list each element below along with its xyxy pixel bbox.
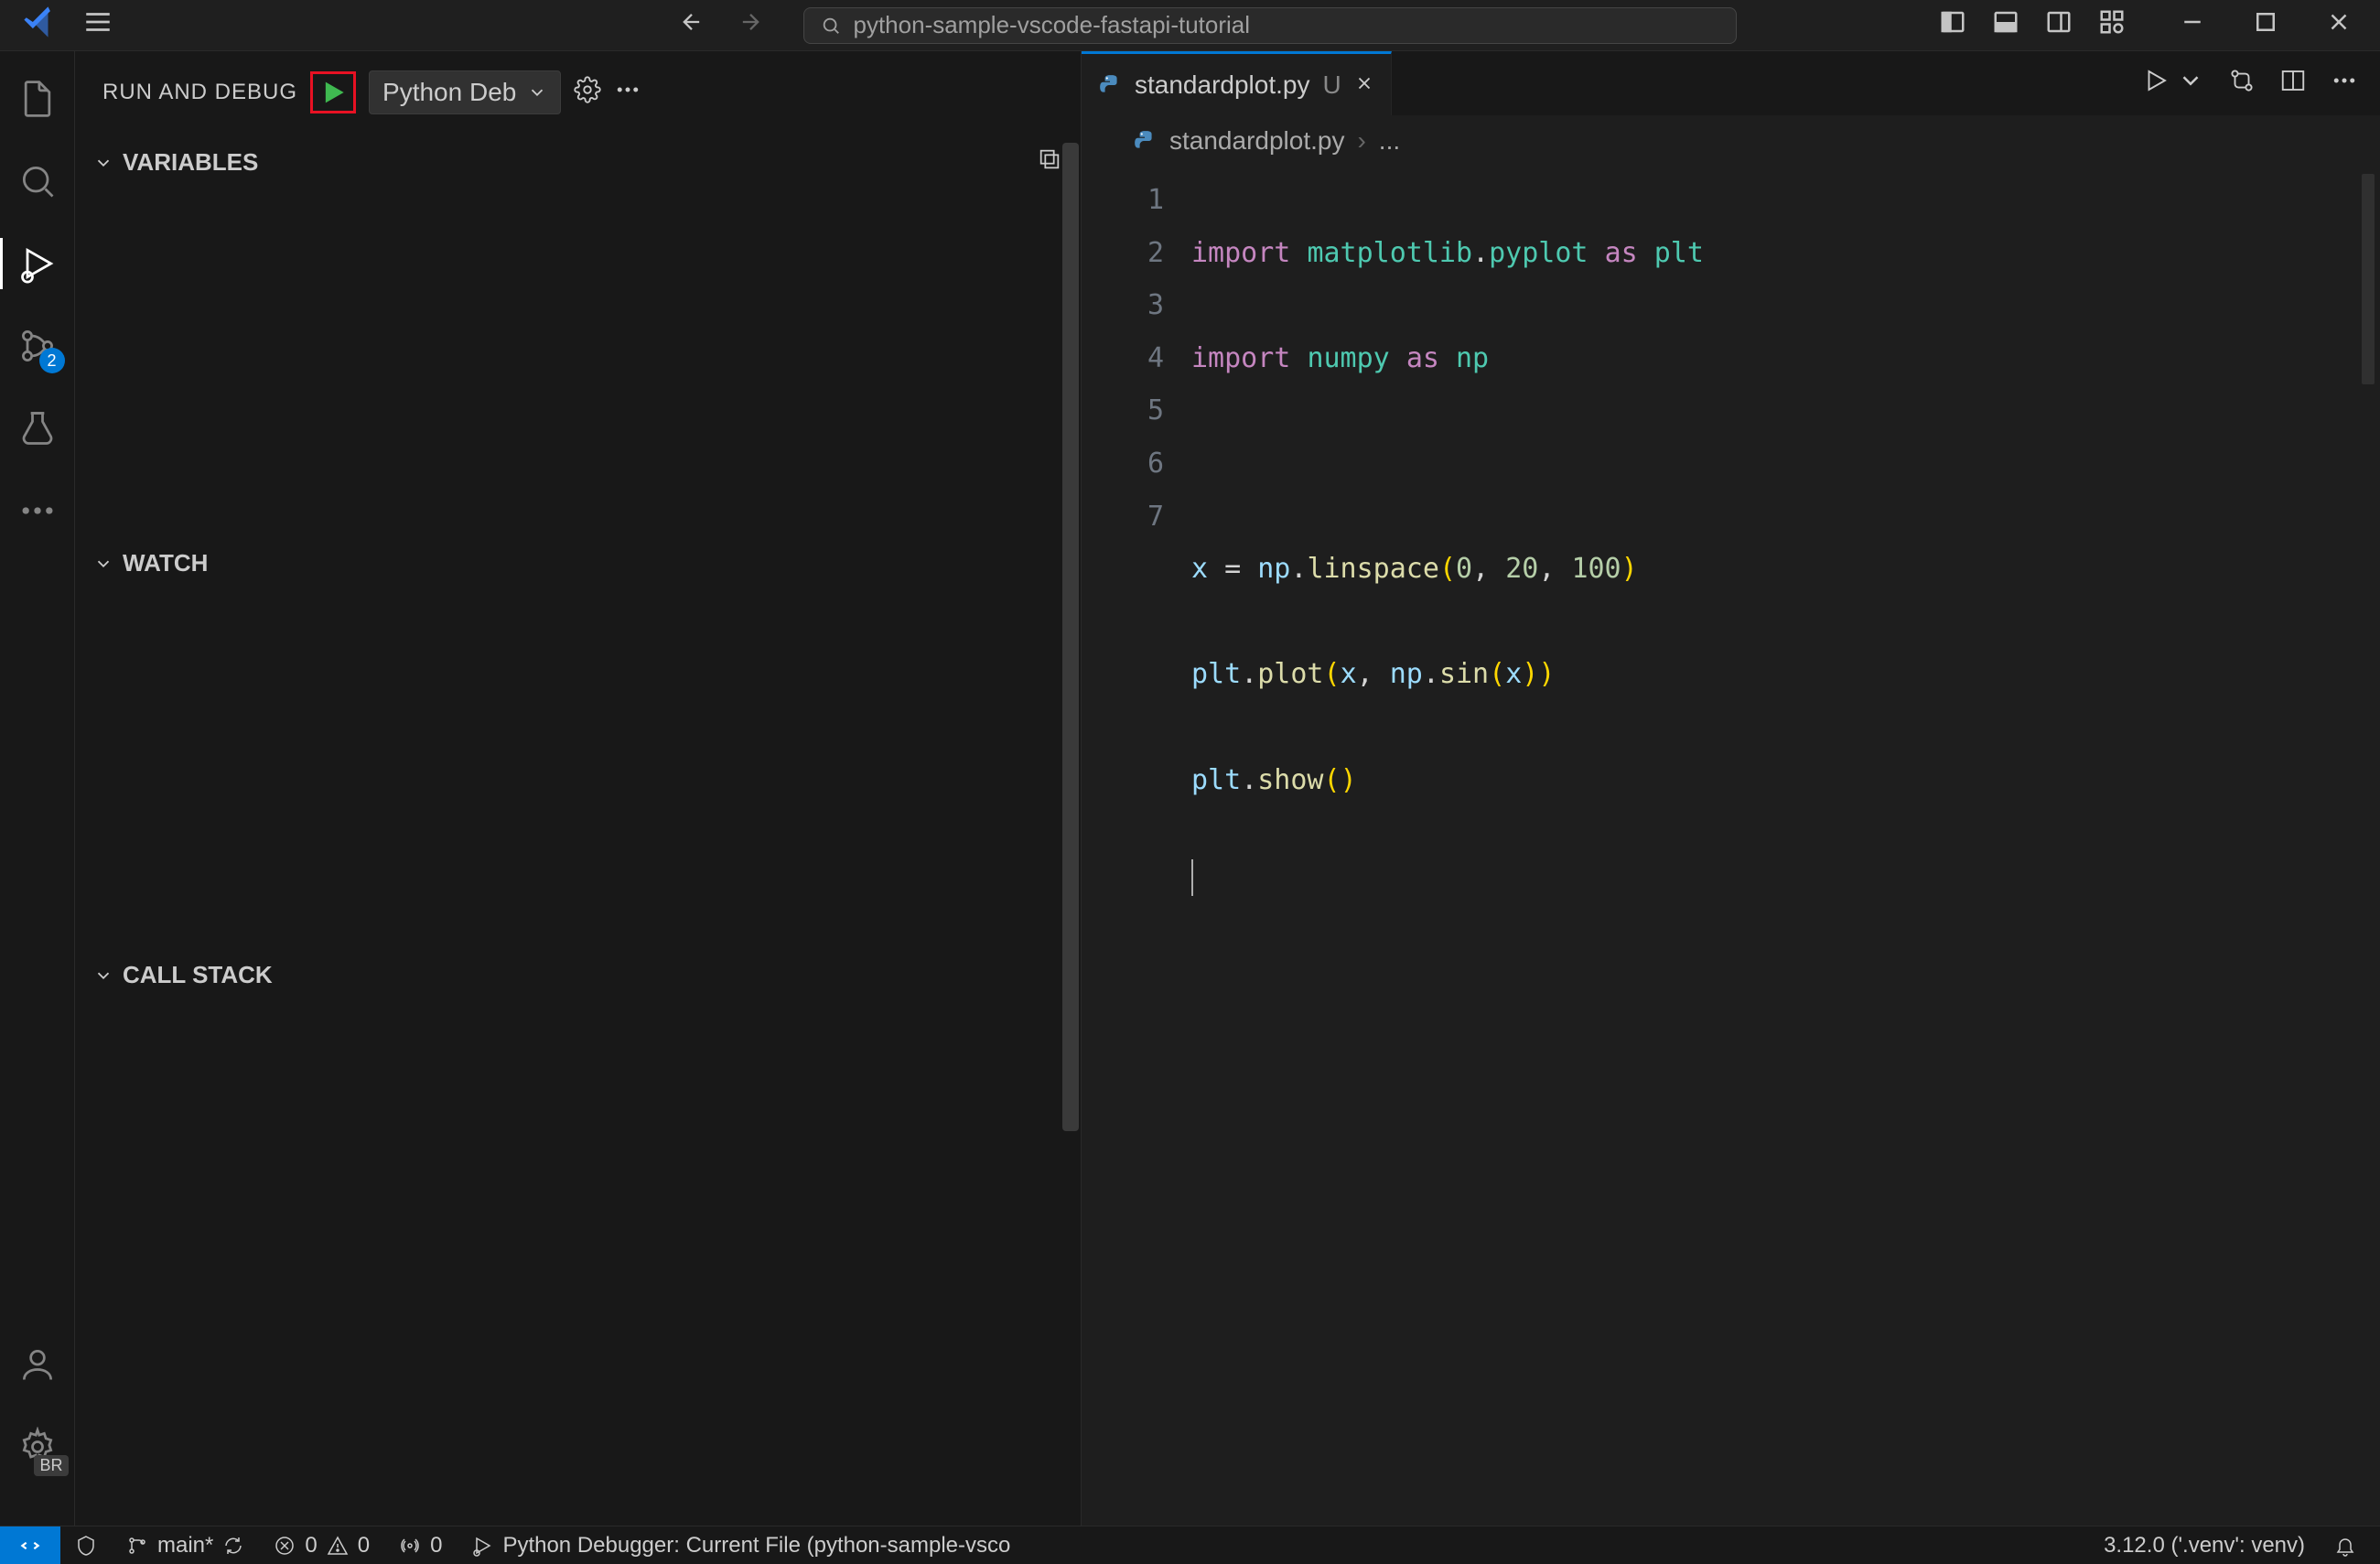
section-variables-header[interactable]: VARIABLES — [75, 134, 1081, 191]
sidebar-title: RUN AND DEBUG — [102, 80, 297, 105]
branch-name: main* — [157, 1533, 213, 1559]
activity-explorer-icon[interactable] — [16, 77, 59, 121]
chevron-down-icon — [527, 82, 547, 102]
command-center[interactable]: python-sample-vscode-fastapi-tutorial — [803, 7, 1737, 44]
status-interpreter[interactable]: 3.12.0 ('.venv': venv) — [2089, 1533, 2320, 1559]
section-callstack-header[interactable]: CALL STACK — [75, 948, 1081, 1002]
tab-standardplot[interactable]: standardplot.py U — [1082, 51, 1392, 115]
split-editor-icon[interactable] — [2279, 67, 2307, 101]
error-count: 0 — [305, 1533, 317, 1559]
titlebar: python-sample-vscode-fastapi-tutorial — [0, 0, 2380, 51]
activity-search-icon[interactable] — [16, 159, 59, 203]
breadcrumb-sep: › — [1357, 126, 1365, 156]
status-branch[interactable]: main* — [112, 1526, 259, 1564]
section-watch-label: WATCH — [123, 549, 208, 577]
tab-row: standardplot.py U — [1082, 51, 2380, 115]
code-area[interactable]: 1 2 3 4 5 6 7 import matplotlib.pyplot a… — [1082, 167, 2380, 1526]
status-debug-target[interactable]: Python Debugger: Current File (python-sa… — [457, 1526, 1025, 1564]
window-minimize-icon[interactable] — [2179, 8, 2206, 42]
search-text: python-sample-vscode-fastapi-tutorial — [854, 11, 1251, 39]
debug-more-icon[interactable] — [614, 76, 641, 110]
scm-badge: 2 — [39, 348, 65, 373]
collapse-all-icon[interactable] — [1037, 146, 1062, 178]
breadcrumb-more: ... — [1379, 126, 1400, 156]
chevron-down-icon — [93, 554, 113, 574]
warning-count: 0 — [358, 1533, 370, 1559]
run-dropdown-icon[interactable] — [2177, 67, 2204, 101]
tab-label: standardplot.py — [1135, 70, 1309, 100]
editor-area: standardplot.py U standardplot.py › ... — [1082, 51, 2380, 1526]
chevron-down-icon — [93, 965, 113, 986]
nav-back-icon[interactable] — [679, 9, 705, 41]
minimap[interactable] — [2362, 174, 2375, 384]
window-maximize-icon[interactable] — [2252, 8, 2279, 42]
sidebar-scrollbar[interactable] — [1062, 143, 1079, 1131]
debug-config-label: Python Deb — [382, 78, 516, 107]
activity-scm-icon[interactable]: 2 — [16, 324, 59, 368]
statusbar: main* 0 0 0 Python Debugger: Current Fil… — [0, 1526, 2380, 1564]
tab-modified: U — [1322, 70, 1341, 100]
activity-testing-icon[interactable] — [16, 406, 59, 450]
code-content[interactable]: import matplotlib.pyplot as plt import n… — [1191, 174, 2380, 1526]
status-notifications-icon[interactable] — [2320, 1535, 2371, 1557]
python-file-icon — [1133, 129, 1157, 153]
status-trust-icon[interactable] — [60, 1526, 112, 1564]
debug-target-label: Python Debugger: Current File (python-sa… — [502, 1533, 1010, 1559]
remote-button[interactable] — [0, 1526, 60, 1564]
run-file-icon[interactable] — [2142, 67, 2170, 101]
interpreter-label: 3.12.0 ('.venv': venv) — [2104, 1533, 2305, 1559]
status-problems[interactable]: 0 0 — [259, 1526, 384, 1564]
editor-more-icon[interactable] — [2331, 67, 2358, 101]
debug-config-select[interactable]: Python Deb — [369, 70, 561, 114]
layout-primary-sidebar-icon[interactable] — [1939, 8, 1966, 42]
status-ports[interactable]: 0 — [384, 1526, 457, 1564]
menu-icon[interactable] — [82, 6, 113, 44]
section-watch-header[interactable]: WATCH — [75, 536, 1081, 590]
layout-panel-icon[interactable] — [1992, 8, 2019, 42]
section-callstack-label: CALL STACK — [123, 961, 273, 989]
nav-forward-icon — [738, 9, 763, 41]
section-variables-label: VARIABLES — [123, 148, 258, 177]
activity-settings-icon[interactable]: BR — [16, 1425, 59, 1469]
window-close-icon[interactable] — [2325, 8, 2353, 42]
python-file-icon — [1098, 73, 1122, 97]
breadcrumb[interactable]: standardplot.py › ... — [1082, 115, 2380, 167]
sync-icon — [222, 1535, 244, 1557]
activity-account-icon[interactable] — [16, 1343, 59, 1386]
debug-sidebar: RUN AND DEBUG Python Deb VARIABLES — [75, 51, 1082, 1526]
search-icon — [821, 16, 841, 36]
layout-customize-icon[interactable] — [2098, 8, 2126, 42]
activity-overflow-icon[interactable] — [16, 489, 59, 533]
chevron-down-icon — [93, 153, 113, 173]
debug-settings-icon[interactable] — [574, 76, 601, 110]
ports-count: 0 — [430, 1533, 442, 1559]
breadcrumb-file: standardplot.py — [1169, 126, 1344, 156]
layout-secondary-sidebar-icon[interactable] — [2045, 8, 2073, 42]
tab-close-icon[interactable] — [1354, 70, 1374, 100]
start-debug-button[interactable] — [310, 71, 356, 113]
vscode-logo-icon — [22, 5, 57, 46]
gutter: 1 2 3 4 5 6 7 — [1082, 174, 1191, 1526]
activity-bar: 2 BR — [0, 51, 75, 1526]
activity-debug-icon[interactable] — [16, 242, 59, 286]
cursor — [1191, 859, 1193, 896]
diff-icon[interactable] — [2228, 67, 2256, 101]
settings-badge: BR — [34, 1455, 68, 1476]
